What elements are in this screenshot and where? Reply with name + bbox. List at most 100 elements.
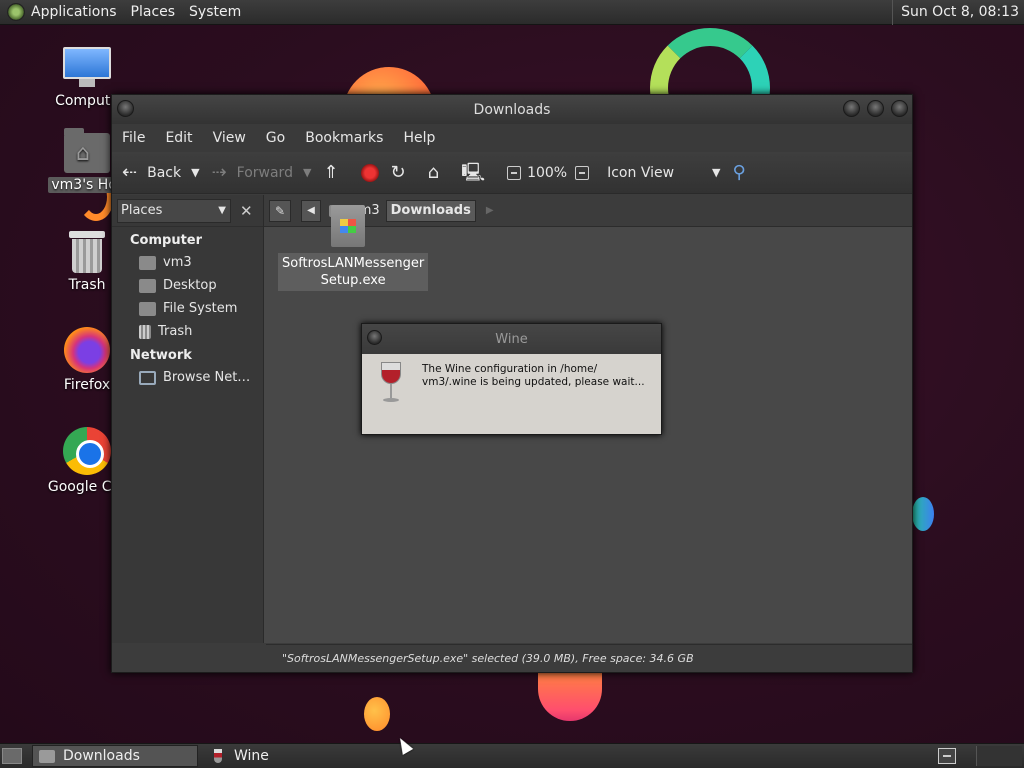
folder-icon	[39, 749, 55, 763]
status-bar: "SoftrosLANMessengerSetup.exe" selected …	[266, 644, 912, 672]
close-button[interactable]	[891, 100, 908, 117]
workspace-switcher-icon[interactable]	[938, 748, 956, 764]
notification-area	[976, 746, 1022, 766]
wine-glass-icon	[379, 362, 403, 406]
file-item[interactable]: SoftrosLANMessenger Setup.exe	[278, 205, 429, 291]
zoom-out-icon[interactable]	[507, 165, 522, 180]
minimize-button[interactable]	[843, 100, 860, 117]
sidebar-type-label: Places	[121, 203, 163, 218]
menu-file[interactable]: File	[122, 130, 145, 146]
back-label: Back	[147, 164, 182, 181]
sidebar-item-vm3[interactable]: vm3	[112, 251, 263, 274]
view-mode-label: Icon View	[607, 164, 675, 181]
desktop-icon-label: Trash	[68, 277, 106, 293]
desktop-icon-label: Firefox	[63, 377, 111, 393]
sidebar-item-trash[interactable]: Trash	[112, 320, 263, 343]
window-menu-button[interactable]	[367, 330, 382, 345]
computer-icon	[63, 47, 111, 89]
network-icon	[139, 370, 156, 385]
maximize-button[interactable]	[867, 100, 884, 117]
sidebar-header: Places ▼ ✕	[112, 195, 263, 227]
view-mode-select[interactable]: Icon View ▼	[607, 165, 720, 181]
wine-dialog: Wine The Wine configuration in /home/ vm…	[361, 323, 662, 435]
menu-places[interactable]: Places	[131, 4, 176, 20]
menu-system[interactable]: System	[189, 4, 241, 20]
wallpaper-shape	[538, 665, 602, 721]
sidebar-item-label: Browse Net…	[163, 370, 251, 385]
sidebar-item-browse-network[interactable]: Browse Net…	[112, 366, 263, 389]
firefox-icon	[64, 327, 110, 373]
forward-label: Forward	[236, 164, 293, 181]
dialog-body: The Wine configuration in /home/ vm3/.wi…	[362, 354, 661, 434]
sidebar-type-select[interactable]: Places ▼	[117, 198, 231, 223]
sidebar-item-label: Trash	[158, 324, 193, 339]
close-sidebar-icon[interactable]: ✕	[240, 202, 253, 220]
menu-bookmarks[interactable]: Bookmarks	[305, 130, 383, 146]
sidebar-section-network: Network	[130, 348, 192, 363]
sidebar-item-filesystem[interactable]: File System	[112, 297, 263, 320]
bottom-panel: Downloads Wine	[0, 743, 1024, 768]
up-arrow-icon: ⇑	[323, 161, 339, 183]
forward-history-dropdown-icon[interactable]: ▼	[303, 166, 311, 179]
stop-button[interactable]	[360, 163, 379, 182]
wallpaper-shape	[364, 697, 390, 731]
menu-logo-icon[interactable]	[7, 3, 25, 21]
up-button[interactable]: ⇑	[323, 161, 348, 183]
taskbar-item-label: Wine	[234, 748, 269, 764]
home-folder-icon	[139, 255, 156, 270]
menu-view[interactable]: View	[213, 130, 246, 146]
taskbar-item-wine[interactable]: Wine	[208, 745, 269, 767]
search-button[interactable]: ⚲	[732, 161, 756, 183]
dialog-titlebar[interactable]: Wine	[362, 324, 661, 354]
forward-arrow-icon: ⇢	[211, 161, 227, 183]
clock[interactable]: Sun Oct 8, 08:13	[892, 0, 1024, 25]
search-icon: ⚲	[732, 161, 746, 183]
sidebar-item-label: vm3	[163, 255, 192, 270]
path-scroll-right-icon[interactable]: ▶	[486, 205, 494, 216]
taskbar-item-downloads[interactable]: Downloads	[32, 745, 198, 767]
drive-icon	[139, 301, 156, 316]
sidebar-item-label: File System	[163, 301, 238, 316]
show-desktop-icon[interactable]	[2, 748, 22, 764]
window-titlebar[interactable]: Downloads	[112, 95, 912, 124]
toolbar: ⇠ Back ▼ ⇢ Forward ▼ ⇑ ↻ ⌂ 🖳 100% Icon V…	[112, 152, 912, 194]
computer-icon: 🖳	[461, 161, 486, 183]
chevron-down-icon: ▼	[218, 205, 226, 216]
top-panel: Applications Places System Sun Oct 8, 08…	[0, 0, 1024, 25]
sidebar: Places ▼ ✕ Computer vm3 Desktop File Sys…	[112, 195, 264, 643]
back-arrow-icon: ⇠	[122, 161, 138, 183]
desktop-folder-icon	[139, 278, 156, 293]
back-button[interactable]: ⇠ Back ▼	[122, 161, 200, 183]
home-folder-icon: ⌂	[64, 128, 110, 173]
zoom-level: 100%	[527, 164, 568, 181]
back-history-dropdown-icon[interactable]: ▼	[191, 166, 199, 179]
window-menu-button[interactable]	[117, 100, 134, 117]
dialog-message: The Wine configuration in /home/ vm3/.wi…	[422, 363, 645, 388]
menu-edit[interactable]: Edit	[165, 130, 192, 146]
sidebar-section-computer: Computer	[130, 233, 203, 248]
zoom-in-icon[interactable]	[575, 165, 590, 180]
sidebar-item-label: Desktop	[163, 278, 217, 293]
computer-button[interactable]: 🖳	[461, 161, 495, 183]
executable-file-icon	[331, 205, 365, 247]
file-name: SoftrosLANMessenger Setup.exe	[278, 253, 429, 291]
forward-button[interactable]: ⇢ Forward ▼	[211, 161, 312, 183]
home-button[interactable]: ⌂	[427, 161, 449, 183]
taskbar-item-label: Downloads	[63, 748, 140, 764]
menubar: File Edit View Go Bookmarks Help	[112, 124, 912, 152]
window-title: Downloads	[473, 101, 551, 118]
sidebar-item-desktop[interactable]: Desktop	[112, 274, 263, 297]
reload-icon: ↻	[390, 161, 406, 183]
menu-applications[interactable]: Applications	[31, 4, 117, 20]
chevron-down-icon: ▼	[712, 166, 721, 179]
menu-help[interactable]: Help	[403, 130, 435, 146]
home-icon: ⌂	[427, 161, 440, 183]
zoom-control: 100%	[507, 165, 595, 181]
chrome-icon	[63, 427, 111, 475]
stop-icon	[360, 163, 379, 182]
menu-go[interactable]: Go	[266, 130, 285, 146]
reload-button[interactable]: ↻	[390, 161, 416, 183]
wallpaper-shape	[912, 497, 934, 531]
dialog-title: Wine	[495, 331, 528, 347]
wine-glass-icon	[214, 749, 222, 763]
